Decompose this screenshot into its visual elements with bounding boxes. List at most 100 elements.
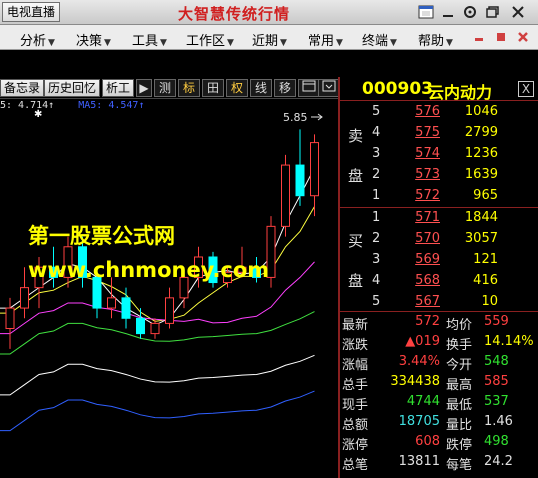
kline-chart[interactable]: ✱ 5: 4.714↑ MA5: 4.547↑ 5.85 第一股票公式网 www… bbox=[0, 100, 338, 478]
candle bbox=[165, 287, 174, 329]
stat-label: 总手 bbox=[342, 378, 369, 393]
menu-tools[interactable]: 工具 ▼ bbox=[132, 30, 167, 49]
stat-value: 572 bbox=[415, 314, 440, 329]
sell-row[interactable]: 3 574 1236 bbox=[340, 146, 538, 167]
orderbook-divider bbox=[340, 207, 538, 208]
menu-common[interactable]: 常用 ▼ bbox=[308, 30, 343, 49]
candle-body bbox=[165, 297, 174, 324]
measure-button[interactable]: 测 bbox=[154, 79, 176, 97]
order-level: 2 bbox=[372, 231, 381, 246]
sell-row[interactable]: 4 575 2799 bbox=[340, 125, 538, 146]
quote-panel: 000903 云内动力 X 卖 盘 5 576 1046 4 575 2799 … bbox=[340, 77, 538, 478]
tab-history[interactable]: 历史回忆 bbox=[44, 79, 101, 97]
order-volume: 1046 bbox=[464, 104, 498, 119]
order-price: 572 bbox=[415, 188, 440, 203]
stat-value: 608 bbox=[415, 434, 440, 449]
close-icon[interactable] bbox=[510, 4, 526, 20]
candle bbox=[136, 308, 145, 339]
menu-workspace[interactable]: 工作区 ▼ bbox=[186, 30, 234, 49]
menu-decision[interactable]: 决策 ▼ bbox=[76, 30, 111, 49]
stat-label: 现手 bbox=[342, 398, 369, 413]
ma-line-40 bbox=[0, 354, 315, 396]
title-bar: 电视直播 大智慧传统行情 bbox=[0, 0, 538, 25]
order-level: 2 bbox=[372, 167, 381, 182]
order-level: 4 bbox=[372, 273, 381, 288]
window-button[interactable] bbox=[298, 79, 320, 97]
info-icon[interactable] bbox=[418, 4, 434, 20]
order-level: 5 bbox=[372, 104, 381, 119]
grid-button[interactable]: 田 bbox=[202, 79, 224, 97]
stock-header: 000903 云内动力 X bbox=[340, 77, 538, 102]
menu-analysis[interactable]: 分析 ▼ bbox=[20, 30, 55, 49]
sell-row[interactable]: 1 572 965 bbox=[340, 188, 538, 209]
stat-value: 3.44% bbox=[398, 354, 440, 369]
stat-row: 涨跌 ▲019 换手 14.14% bbox=[340, 334, 538, 354]
menu-recent[interactable]: 近期 ▼ bbox=[252, 30, 287, 49]
candle-body bbox=[136, 317, 145, 335]
order-volume: 10 bbox=[481, 294, 498, 309]
mdi-close-icon[interactable] bbox=[518, 32, 528, 42]
play-button[interactable]: ▶ bbox=[136, 79, 152, 97]
stat-label: 最低 bbox=[446, 398, 473, 413]
stat-label: 涨跌 bbox=[342, 338, 369, 353]
tab-analysis-tool[interactable]: 析工 bbox=[102, 79, 135, 97]
close-panel-button[interactable]: X bbox=[518, 81, 534, 97]
stat-label: 每笔 bbox=[446, 458, 473, 473]
watermark-url: www.chnmoney.com bbox=[28, 258, 270, 282]
order-price: 574 bbox=[415, 146, 440, 161]
candle-body bbox=[107, 297, 116, 309]
stat-value: 548 bbox=[484, 354, 509, 369]
mdi-minimize-icon[interactable] bbox=[474, 32, 484, 42]
live-tv-button[interactable]: 电视直播 bbox=[2, 2, 60, 22]
stat-value: 4744 bbox=[406, 394, 440, 409]
stat-row: 涨幅 3.44% 今开 548 bbox=[340, 354, 538, 374]
stat-value: 14.14% bbox=[484, 334, 534, 349]
candle-body bbox=[281, 164, 290, 227]
rights-button[interactable]: 权 bbox=[226, 79, 248, 97]
stat-label: 换手 bbox=[446, 338, 473, 353]
stock-code: 000903 bbox=[362, 79, 433, 99]
stats-divider bbox=[340, 311, 538, 312]
order-price: 567 bbox=[415, 294, 440, 309]
candle-body bbox=[295, 164, 305, 197]
sell-row[interactable]: 5 576 1046 bbox=[340, 104, 538, 125]
ma-legend-item: MA5: 4.547↑ bbox=[78, 100, 145, 111]
stat-label: 涨幅 bbox=[342, 358, 369, 373]
order-price: 568 bbox=[415, 273, 440, 288]
minimize-icon[interactable] bbox=[440, 4, 456, 20]
candle-body bbox=[5, 307, 15, 329]
order-price: 576 bbox=[415, 104, 440, 119]
stat-row: 总手 334438 最高 585 bbox=[340, 374, 538, 394]
mdi-restore-icon[interactable] bbox=[496, 32, 506, 42]
order-price: 573 bbox=[415, 167, 440, 182]
expand-button[interactable] bbox=[318, 79, 340, 97]
buy-row[interactable]: 4 568 416 bbox=[340, 273, 538, 294]
stat-label: 量比 bbox=[446, 418, 473, 433]
stat-value: 13811 bbox=[398, 454, 440, 469]
buy-row[interactable]: 3 569 121 bbox=[340, 252, 538, 273]
order-volume: 965 bbox=[473, 188, 498, 203]
move-button[interactable]: 移 bbox=[274, 79, 296, 97]
stat-row: 总额 18705 量比 1.46 bbox=[340, 414, 538, 434]
high-marker bbox=[311, 113, 323, 121]
app-title: 大智慧传统行情 bbox=[178, 5, 291, 23]
buy-row[interactable]: 1 571 1844 bbox=[340, 210, 538, 231]
tab-memo[interactable]: 备忘录 bbox=[0, 79, 45, 97]
ma-legend-item: 5: 4.714↑ bbox=[0, 100, 55, 111]
stat-label: 最高 bbox=[446, 378, 473, 393]
stat-value: 1.46 bbox=[484, 414, 513, 429]
sell-row[interactable]: 2 573 1639 bbox=[340, 167, 538, 188]
candle bbox=[281, 154, 290, 237]
high-price-label: 5.85 bbox=[283, 111, 308, 124]
line-button[interactable]: 线 bbox=[250, 79, 272, 97]
order-volume: 121 bbox=[473, 252, 498, 267]
order-level: 1 bbox=[372, 210, 381, 225]
restore-icon[interactable] bbox=[484, 4, 500, 20]
stat-label: 总笔 bbox=[342, 458, 369, 473]
mark-button[interactable]: 标 bbox=[178, 79, 200, 97]
menu-terminal[interactable]: 终端 ▼ bbox=[362, 30, 397, 49]
menu-help[interactable]: 帮助 ▼ bbox=[418, 30, 453, 49]
buy-row[interactable]: 2 570 3057 bbox=[340, 231, 538, 252]
settings-icon[interactable] bbox=[462, 4, 478, 20]
stat-value: 334438 bbox=[390, 374, 440, 389]
